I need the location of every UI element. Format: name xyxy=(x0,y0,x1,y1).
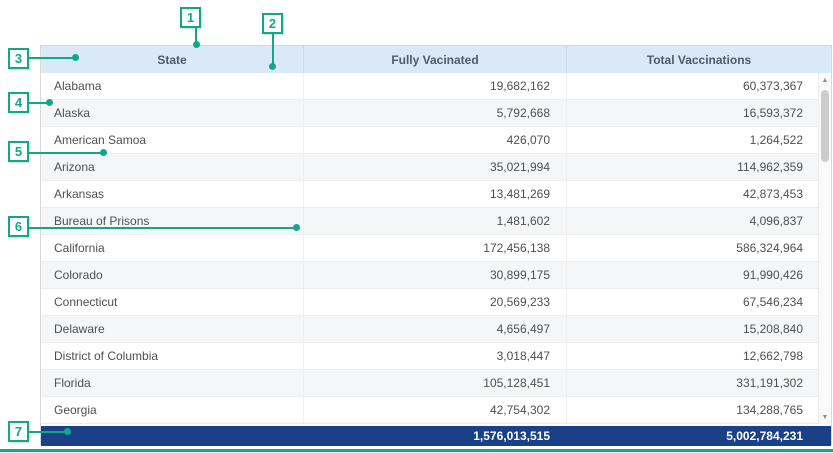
table-row[interactable]: Florida105,128,451331,191,302 xyxy=(41,370,831,397)
table-row[interactable]: Arizona35,021,994114,962,359 xyxy=(41,154,831,181)
cell-state: Colorado xyxy=(41,262,303,288)
table-body: Alabama19,682,16260,373,367Alaska5,792,6… xyxy=(41,73,831,424)
callout-6-dot xyxy=(293,224,300,231)
callout-3-line xyxy=(29,57,74,59)
table-row[interactable]: Alaska5,792,66816,593,372 xyxy=(41,100,831,127)
callout-1: 1 xyxy=(180,7,201,28)
table-row[interactable]: Bureau of Prisons1,481,6024,096,837 xyxy=(41,208,831,235)
cell-state: California xyxy=(41,235,303,261)
callout-7: 7 xyxy=(8,421,29,442)
vertical-scrollbar[interactable]: ▲ ▼ xyxy=(818,73,831,424)
cell-state: Alabama xyxy=(41,73,303,99)
cell-total-vaccinations: 586,324,964 xyxy=(566,235,831,261)
callout-4: 4 xyxy=(8,92,29,113)
callout-2-dot xyxy=(269,63,276,70)
table-row[interactable]: California172,456,138586,324,964 xyxy=(41,235,831,262)
table-row[interactable]: American Samoa426,0701,264,522 xyxy=(41,127,831,154)
cell-total-vaccinations: 4,096,837 xyxy=(566,208,831,234)
cell-total-vaccinations: 331,191,302 xyxy=(566,370,831,396)
callout-3: 3 xyxy=(8,48,29,69)
cell-total-vaccinations: 12,662,798 xyxy=(566,343,831,369)
attribute-table: State Fully Vacinated Total Vaccinations… xyxy=(40,45,832,445)
cell-state: District of Columbia xyxy=(41,343,303,369)
cell-fully-vaccinated: 5,792,668 xyxy=(303,100,566,126)
scroll-down-icon[interactable]: ▼ xyxy=(819,410,831,424)
table-row[interactable]: Connecticut20,569,23367,546,234 xyxy=(41,289,831,316)
cell-total-vaccinations: 60,373,367 xyxy=(566,73,831,99)
cell-state: Arizona xyxy=(41,154,303,180)
cell-fully-vaccinated: 3,018,447 xyxy=(303,343,566,369)
cell-fully-vaccinated: 1,481,602 xyxy=(303,208,566,234)
scroll-up-icon[interactable]: ▲ xyxy=(819,73,831,87)
cell-fully-vaccinated: 4,656,497 xyxy=(303,316,566,342)
callout-7-line xyxy=(29,431,66,433)
cell-state: Bureau of Prisons xyxy=(41,208,303,234)
table-row[interactable]: Georgia42,754,302134,288,765 xyxy=(41,397,831,424)
table-row[interactable]: Alabama19,682,16260,373,367 xyxy=(41,73,831,100)
cell-fully-vaccinated: 19,682,162 xyxy=(303,73,566,99)
scrollbar-thumb[interactable] xyxy=(821,90,829,162)
cell-fully-vaccinated: 105,128,451 xyxy=(303,370,566,396)
callout-2: 2 xyxy=(262,13,283,34)
cell-state: American Samoa xyxy=(41,127,303,153)
callout-2-line xyxy=(272,34,274,65)
bottom-highlight-line xyxy=(0,449,833,452)
screenshot-stage: State Fully Vacinated Total Vaccinations… xyxy=(0,0,833,453)
table-row[interactable]: Colorado30,899,17591,990,426 xyxy=(41,262,831,289)
callout-5-line xyxy=(29,152,102,154)
totals-row: 1,576,013,515 5,002,784,231 xyxy=(41,426,831,446)
callout-1-dot xyxy=(193,41,200,48)
totals-total-vaccinations: 5,002,784,231 xyxy=(566,426,831,446)
callout-5: 5 xyxy=(8,141,29,162)
totals-state-cell xyxy=(41,426,303,446)
cell-fully-vaccinated: 13,481,269 xyxy=(303,181,566,207)
callout-4-dot xyxy=(46,99,53,106)
column-header-total-vaccinations[interactable]: Total Vaccinations xyxy=(566,46,831,73)
table-header-row: State Fully Vacinated Total Vaccinations xyxy=(41,46,831,73)
cell-state: Florida xyxy=(41,370,303,396)
cell-fully-vaccinated: 426,070 xyxy=(303,127,566,153)
cell-total-vaccinations: 91,990,426 xyxy=(566,262,831,288)
cell-total-vaccinations: 42,873,453 xyxy=(566,181,831,207)
cell-fully-vaccinated: 20,569,233 xyxy=(303,289,566,315)
cell-total-vaccinations: 15,208,840 xyxy=(566,316,831,342)
cell-state: Connecticut xyxy=(41,289,303,315)
callout-6: 6 xyxy=(8,216,29,237)
totals-fully-vaccinated: 1,576,013,515 xyxy=(303,426,566,446)
cell-fully-vaccinated: 30,899,175 xyxy=(303,262,566,288)
cell-total-vaccinations: 1,264,522 xyxy=(566,127,831,153)
cell-state: Arkansas xyxy=(41,181,303,207)
column-header-state[interactable]: State xyxy=(41,46,303,73)
cell-fully-vaccinated: 42,754,302 xyxy=(303,397,566,423)
cell-fully-vaccinated: 35,021,994 xyxy=(303,154,566,180)
table-row[interactable]: Arkansas13,481,26942,873,453 xyxy=(41,181,831,208)
callout-3-dot xyxy=(72,54,79,61)
cell-state: Georgia xyxy=(41,397,303,423)
cell-fully-vaccinated: 172,456,138 xyxy=(303,235,566,261)
cell-total-vaccinations: 67,546,234 xyxy=(566,289,831,315)
cell-total-vaccinations: 16,593,372 xyxy=(566,100,831,126)
callout-5-dot xyxy=(100,149,107,156)
cell-total-vaccinations: 114,962,359 xyxy=(566,154,831,180)
column-header-fully-vaccinated[interactable]: Fully Vacinated xyxy=(303,46,566,73)
cell-state: Alaska xyxy=(41,100,303,126)
cell-state: Delaware xyxy=(41,316,303,342)
cell-total-vaccinations: 134,288,765 xyxy=(566,397,831,423)
table-row[interactable]: Delaware4,656,49715,208,840 xyxy=(41,316,831,343)
table-row[interactable]: District of Columbia3,018,44712,662,798 xyxy=(41,343,831,370)
callout-6-line xyxy=(29,227,295,229)
callout-7-dot xyxy=(64,428,71,435)
